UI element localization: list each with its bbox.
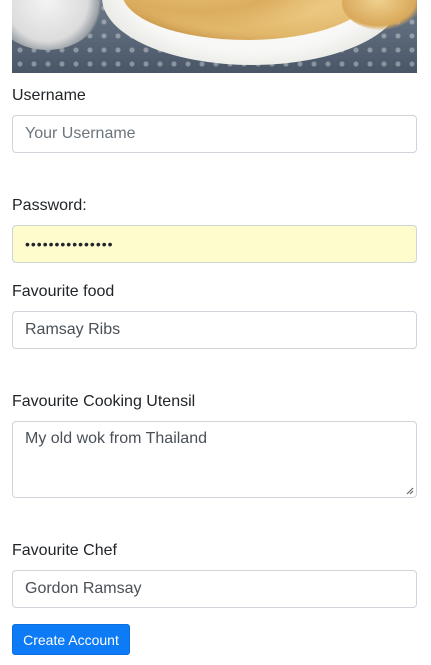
favourite-food-input[interactable]: Ramsay Ribs: [12, 311, 417, 349]
favourite-utensil-textarea[interactable]: My old wok from Thailand: [12, 421, 417, 498]
password-input[interactable]: •••••••••••••••: [12, 225, 417, 263]
username-input[interactable]: Your Username: [12, 115, 417, 153]
favourite-food-value: Ramsay Ribs: [25, 321, 121, 338]
favourite-food-label: Favourite food: [12, 283, 115, 300]
password-label: Password:: [12, 197, 87, 214]
favourite-chef-input[interactable]: Gordon Ramsay: [12, 570, 417, 608]
username-label: Username: [12, 87, 86, 104]
favourite-chef-value: Gordon Ramsay: [25, 580, 142, 597]
password-value: •••••••••••••••: [25, 236, 114, 252]
resize-grip-icon[interactable]: [404, 485, 414, 495]
favourite-utensil-value: My old wok from Thailand: [25, 430, 207, 447]
crepes-photo: [12, 0, 417, 73]
favourite-utensil-label: Favourite Cooking Utensil: [12, 393, 196, 410]
favourite-chef-label: Favourite Chef: [12, 542, 117, 559]
username-placeholder: Your Username: [25, 125, 136, 142]
create-account-button[interactable]: Create Account: [12, 624, 130, 655]
